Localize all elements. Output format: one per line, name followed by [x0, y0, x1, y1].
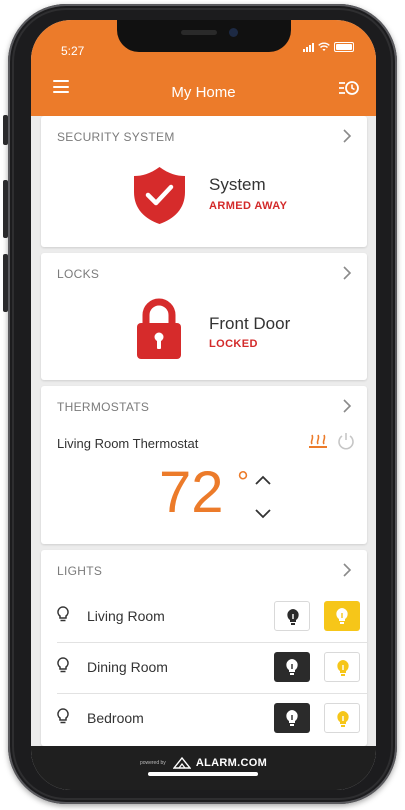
powered-by-text: powered by — [139, 760, 166, 766]
bulb-on-icon — [336, 608, 348, 624]
section-title: LIGHTS — [57, 564, 103, 578]
bulb-off-icon — [286, 659, 298, 675]
page-title: My Home — [171, 84, 236, 101]
light-name: Bedroom — [87, 710, 144, 726]
section-title: SECURITY SYSTEM — [57, 130, 175, 144]
battery-icon — [334, 42, 354, 52]
chevron-right-icon[interactable] — [341, 398, 353, 414]
security-system-card[interactable]: SECURITY SYSTEM System ARMED AWAY — [41, 116, 367, 247]
degree-symbol: ° — [237, 466, 249, 499]
chevron-up-icon[interactable] — [254, 474, 272, 486]
padlock-icon — [137, 298, 181, 359]
section-title: THERMOSTATS — [57, 400, 150, 414]
footer-branding: powered by ALARM.COM — [31, 756, 376, 770]
thermostat-name: Living Room Thermostat — [57, 436, 199, 451]
light-row-dining-room: Dining Room — [41, 642, 367, 692]
chevron-down-icon[interactable] — [254, 508, 272, 520]
light-on-button[interactable] — [324, 652, 360, 682]
shield-icon — [134, 167, 185, 224]
heat-mode-icon[interactable] — [308, 432, 328, 450]
light-off-button[interactable] — [274, 601, 310, 631]
front-camera — [229, 28, 238, 37]
status-icons — [303, 42, 354, 52]
light-row-living-room: Living Room — [41, 591, 367, 641]
light-off-button[interactable] — [274, 652, 310, 682]
lock-status: LOCKED — [209, 338, 258, 350]
status-time: 5:27 — [61, 44, 85, 58]
lights-card[interactable]: LIGHTS Living Room Dining Room Bedroom — [41, 550, 367, 746]
chevron-right-icon[interactable] — [341, 128, 353, 144]
lightbulb-icon — [57, 708, 69, 724]
locks-card[interactable]: LOCKS Front Door LOCKED — [41, 253, 367, 380]
volume-down-button — [3, 254, 8, 312]
bulb-on-icon — [337, 711, 349, 727]
lightbulb-icon — [57, 657, 69, 673]
lightbulb-icon — [57, 606, 69, 622]
brand-name: ALARM.COM — [195, 757, 268, 769]
section-title: LOCKS — [57, 267, 100, 281]
speaker-grille — [181, 30, 217, 35]
light-off-button[interactable] — [274, 703, 310, 733]
security-device-name: System — [209, 175, 266, 194]
chevron-right-icon[interactable] — [341, 562, 353, 578]
footer-bar: powered by ALARM.COM — [31, 746, 376, 790]
alarm-logo-icon — [172, 756, 192, 769]
app-screen: 5:27 My Home SECURITY SYSTEM System ARME… — [31, 20, 376, 790]
schedule-icon[interactable] — [338, 79, 360, 97]
light-on-button[interactable] — [324, 601, 360, 631]
phone-notch — [117, 20, 291, 52]
bulb-off-icon — [287, 609, 299, 625]
lock-device-name: Front Door — [209, 314, 291, 333]
signal-icon — [303, 42, 314, 52]
home-indicator[interactable] — [148, 772, 258, 776]
light-on-button[interactable] — [324, 703, 360, 733]
light-row-bedroom: Bedroom — [41, 693, 367, 743]
light-name: Living Room — [87, 608, 165, 624]
light-name: Dining Room — [87, 659, 168, 675]
wifi-icon — [318, 42, 330, 51]
temperature-value: 72 — [159, 460, 224, 525]
bulb-off-icon — [286, 710, 298, 726]
security-status: ARMED AWAY — [209, 200, 288, 212]
bulb-on-icon — [337, 660, 349, 676]
power-icon[interactable] — [336, 431, 356, 451]
volume-up-button — [3, 180, 8, 238]
mute-switch — [3, 115, 8, 145]
thermostats-card[interactable]: THERMOSTATS Living Room Thermostat 72 ° — [41, 386, 367, 544]
chevron-right-icon[interactable] — [341, 265, 353, 281]
